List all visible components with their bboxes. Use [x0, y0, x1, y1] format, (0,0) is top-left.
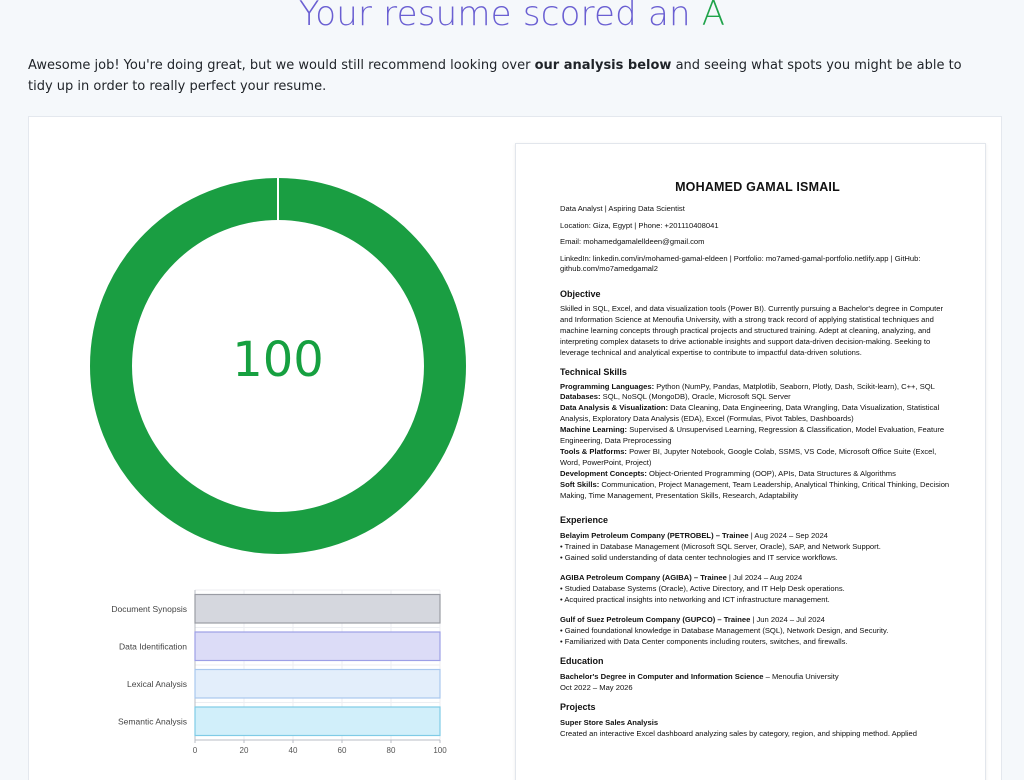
x-tick-label: 100 [433, 746, 447, 755]
bar-category-label: Data Identification [119, 641, 187, 651]
bar-category-label: Document Synopsis [111, 604, 187, 614]
bar-lexical-analysis [194, 668, 441, 699]
project-name-line: Super Store Sales Analysis [560, 717, 955, 728]
x-tick-label: 40 [289, 746, 298, 755]
job-bullet: • Acquired practical insights into netwo… [560, 595, 830, 605]
job-title: AGIBA Petroleum Company (AGIBA) – Traine… [560, 573, 727, 583]
bar-data-identification [194, 631, 441, 662]
grade-letter: A [701, 0, 726, 34]
page-title: Your resume scored an A [0, 0, 1024, 34]
resume-skill-row: Programming Languages: Python (NumPy, Pa… [560, 382, 955, 393]
resume-projects-heading: Projects [560, 702, 596, 713]
skill-label: Databases: [560, 392, 601, 402]
job-title-line: AGIBA Petroleum Company (AGIBA) – Traine… [560, 572, 955, 583]
skill-label: Machine Learning: [560, 425, 628, 435]
analysis-bar-chart-svg: Document Synopsis Data Identification Lexi… [111, 589, 447, 755]
resume-experience-heading: Experience [560, 515, 609, 526]
skill-label: Tools & Platforms: [560, 446, 627, 456]
resume-objective-heading: Objective [560, 288, 601, 299]
resume-objective-text: Skilled in SQL, Excel, and data visualiz… [560, 303, 944, 357]
resume-location: Location: Giza, Egypt | Phone: +20111040… [560, 220, 719, 230]
intro-text: Awesome job! You're doing great, but we … [28, 55, 988, 97]
resume-education: Bachelor's Degree in Computer and Inform… [560, 671, 955, 693]
skill-text: Object-Oriented Programming (OOP), APIs,… [646, 468, 896, 478]
resume-job: Belayim Petroleum Company (PETROBEL) – T… [560, 530, 955, 563]
bar-category-label: Semantic Analysis [118, 716, 187, 726]
x-tick-label: 0 [193, 746, 198, 755]
skill-label: Development Concepts: [560, 468, 647, 478]
job-date: | Jun 2024 – Jul 2024 [750, 615, 825, 625]
bar-document-synopsis [194, 593, 441, 624]
resume-education-heading: Education [560, 656, 604, 667]
job-bullet: • Trained in Database Management (Micros… [560, 542, 881, 552]
skill-label: Data Analysis & Visualization: [560, 403, 669, 413]
skill-label: Programming Languages: [560, 381, 655, 391]
score-value: 100 [232, 332, 324, 388]
resume-skill-row: Data Analysis & Visualization: Data Clea… [560, 403, 955, 425]
intro-bold-link: our analysis below [534, 58, 672, 73]
resume-email: Email: mohamedgamalelldeen@gmail.com [560, 237, 705, 247]
page-title-text: Your resume scored an [298, 0, 691, 34]
education-school: – Menoufia University [763, 672, 839, 682]
resume-skills-heading: Technical Skills [560, 366, 627, 377]
resume-links: LinkedIn: linkedin.com/in/mohamed-gamal-… [560, 253, 921, 274]
education-dates: Oct 2022 – May 2026 [560, 683, 633, 693]
intro-text-start: Awesome job! You're doing great, but we … [28, 58, 535, 73]
job-title-line: Belayim Petroleum Company (PETROBEL) – T… [560, 530, 955, 541]
job-date: | Aug 2024 – Sep 2024 [748, 531, 828, 541]
resume-skill-row: Soft Skills: Communication, Project Mana… [560, 480, 955, 502]
x-tick-label: 20 [240, 746, 249, 755]
skill-text: Python (NumPy, Pandas, Matplotlib, Seabo… [654, 381, 935, 391]
job-title: Belayim Petroleum Company (PETROBEL) – T… [560, 531, 749, 541]
job-date: | Jul 2024 – Aug 2024 [726, 573, 803, 583]
bar-category-label: Lexical Analysis [127, 679, 187, 689]
skill-text: Communication, Project Management, Team … [560, 479, 950, 500]
score-donut: 100 [90, 178, 466, 554]
resume-name: MOHAMED GAMAL ISMAIL [675, 180, 840, 194]
resume-skill-row: Development Concepts: Object-Oriented Pr… [560, 469, 955, 480]
resume-skills-list: Programming Languages: Python (NumPy, Pa… [560, 382, 955, 502]
education-degree: Bachelor's Degree in Computer and Inform… [560, 672, 764, 682]
job-bullet: • Familiarized with Data Center componen… [560, 637, 848, 647]
job-bullet: • Studied Database Systems (Oracle), Act… [560, 584, 845, 594]
resume-project: Super Store Sales Analysis Created an in… [560, 717, 955, 739]
project-name: Super Store Sales Analysis [560, 718, 659, 728]
resume-headline: Data Analyst | Aspiring Data Scientist [560, 204, 685, 213]
job-title-line: Gulf of Suez Petroleum Company (GUPCO) –… [560, 614, 955, 625]
skill-label: Soft Skills: [560, 479, 600, 489]
resume-skill-row: Machine Learning: Supervised & Unsupervi… [560, 425, 955, 447]
resume-preview: MOHAMED GAMAL ISMAIL Data Analyst | Aspi… [515, 143, 986, 780]
x-tick-label: 80 [387, 746, 396, 755]
project-description: Created an interactive Excel dashboard a… [560, 729, 917, 739]
job-bullet: • Gained solid understanding of data cen… [560, 553, 838, 563]
skill-text: SQL, NoSQL (MongoDB), Oracle, Microsoft … [600, 392, 791, 402]
resume-skill-row: Tools & Platforms: Power BI, Jupyter Not… [560, 447, 955, 469]
resume-job: AGIBA Petroleum Company (AGIBA) – Traine… [560, 572, 955, 605]
resume-skill-row: Databases: SQL, NoSQL (MongoDB), Oracle,… [560, 392, 955, 403]
job-title: Gulf of Suez Petroleum Company (GUPCO) –… [560, 615, 751, 625]
resume-job: Gulf of Suez Petroleum Company (GUPCO) –… [560, 614, 955, 647]
job-bullet: • Gained foundational knowledge in Datab… [560, 626, 889, 636]
bar-semantic-analysis [194, 706, 441, 737]
x-tick-label: 60 [338, 746, 347, 755]
analysis-bar-chart: Document Synopsis Data Identification Lexi… [95, 586, 465, 766]
education-line: Bachelor's Degree in Computer and Inform… [560, 671, 955, 682]
